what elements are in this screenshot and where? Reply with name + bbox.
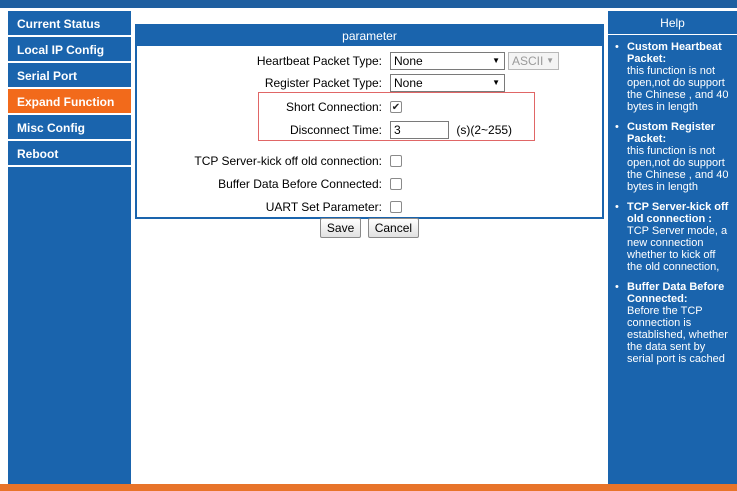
help-item-title: TCP Server-kick off old connection : <box>627 201 729 225</box>
buffer-data-label: Buffer Data Before Connected: <box>218 177 382 191</box>
kick-off-label: TCP Server-kick off old connection: <box>194 154 382 168</box>
bullet-icon: • <box>615 281 619 293</box>
sidebar-item-misc-config[interactable]: Misc Config <box>8 115 131 141</box>
help-item: • TCP Server-kick off old connection : T… <box>614 201 733 273</box>
heartbeat-type-select[interactable]: None ▼ <box>390 52 505 70</box>
parameter-panel: parameter Heartbeat Packet Type: None ▼ … <box>135 24 604 219</box>
sidebar-item-reboot[interactable]: Reboot <box>8 141 131 167</box>
bottom-bar <box>0 484 737 491</box>
buffer-data-row: Buffer Data Before Connected: <box>137 173 602 195</box>
uart-set-row: UART Set Parameter: <box>137 196 602 218</box>
register-type-value: None <box>394 76 423 90</box>
help-item-title: Custom Register Packet: <box>627 121 716 145</box>
help-panel: Help • Custom Heartbeat Packet: this fun… <box>608 11 737 484</box>
top-bar <box>0 0 737 8</box>
register-type-select[interactable]: None ▼ <box>390 74 505 92</box>
chevron-down-icon: ▼ <box>546 56 554 65</box>
chevron-down-icon: ▼ <box>492 78 500 87</box>
sidebar-item-serial-port[interactable]: Serial Port <box>8 63 131 89</box>
help-item-title: Custom Heartbeat Packet: <box>627 41 722 65</box>
help-header: Help <box>608 11 737 35</box>
sidebar-item-local-ip-config[interactable]: Local IP Config <box>8 37 131 63</box>
button-bar: Save Cancel <box>131 218 608 238</box>
kick-off-checkbox[interactable] <box>390 155 402 167</box>
highlight-box <box>258 92 535 141</box>
uart-set-label: UART Set Parameter: <box>265 200 382 214</box>
heartbeat-label: Heartbeat Packet Type: <box>256 54 382 68</box>
left-edge <box>0 8 8 484</box>
help-item-text: this function is not open,not do support… <box>627 65 729 113</box>
help-item-title: Buffer Data Before Connected: <box>627 281 725 305</box>
kick-off-row: TCP Server-kick off old connection: <box>137 150 602 172</box>
help-list: • Custom Heartbeat Packet: this function… <box>608 35 737 365</box>
bullet-icon: • <box>615 121 619 133</box>
buffer-data-checkbox[interactable] <box>390 178 402 190</box>
bullet-icon: • <box>615 41 619 53</box>
help-item: • Custom Register Packet: this function … <box>614 121 733 193</box>
heartbeat-format-value: ASCII <box>512 54 544 68</box>
heartbeat-type-value: None <box>394 54 423 68</box>
main-panel: parameter Heartbeat Packet Type: None ▼ … <box>131 11 608 484</box>
parameter-header: parameter <box>137 26 602 46</box>
register-row: Register Packet Type: None ▼ <box>137 72 602 94</box>
sidebar-item-current-status[interactable]: Current Status <box>8 11 131 37</box>
help-item: • Custom Heartbeat Packet: this function… <box>614 41 733 113</box>
uart-set-checkbox[interactable] <box>390 201 402 213</box>
save-button[interactable]: Save <box>319 218 362 238</box>
bullet-icon: • <box>615 201 619 213</box>
heartbeat-row: Heartbeat Packet Type: None ▼ ASCII ▼ <box>137 50 602 72</box>
help-item: • Buffer Data Before Connected: Before t… <box>614 281 733 365</box>
sidebar-item-expand-function[interactable]: Expand Function <box>8 89 131 115</box>
register-label: Register Packet Type: <box>264 76 382 90</box>
help-item-text: TCP Server mode, a new connection whethe… <box>627 225 728 273</box>
help-item-text: Before the TCP connection is established… <box>627 305 728 365</box>
sidebar-nav: Current Status Local IP Config Serial Po… <box>8 11 131 484</box>
heartbeat-format-select: ASCII ▼ <box>508 52 559 70</box>
cancel-button[interactable]: Cancel <box>367 218 420 238</box>
help-item-text: this function is not open,not do support… <box>627 145 729 193</box>
chevron-down-icon: ▼ <box>492 56 500 65</box>
